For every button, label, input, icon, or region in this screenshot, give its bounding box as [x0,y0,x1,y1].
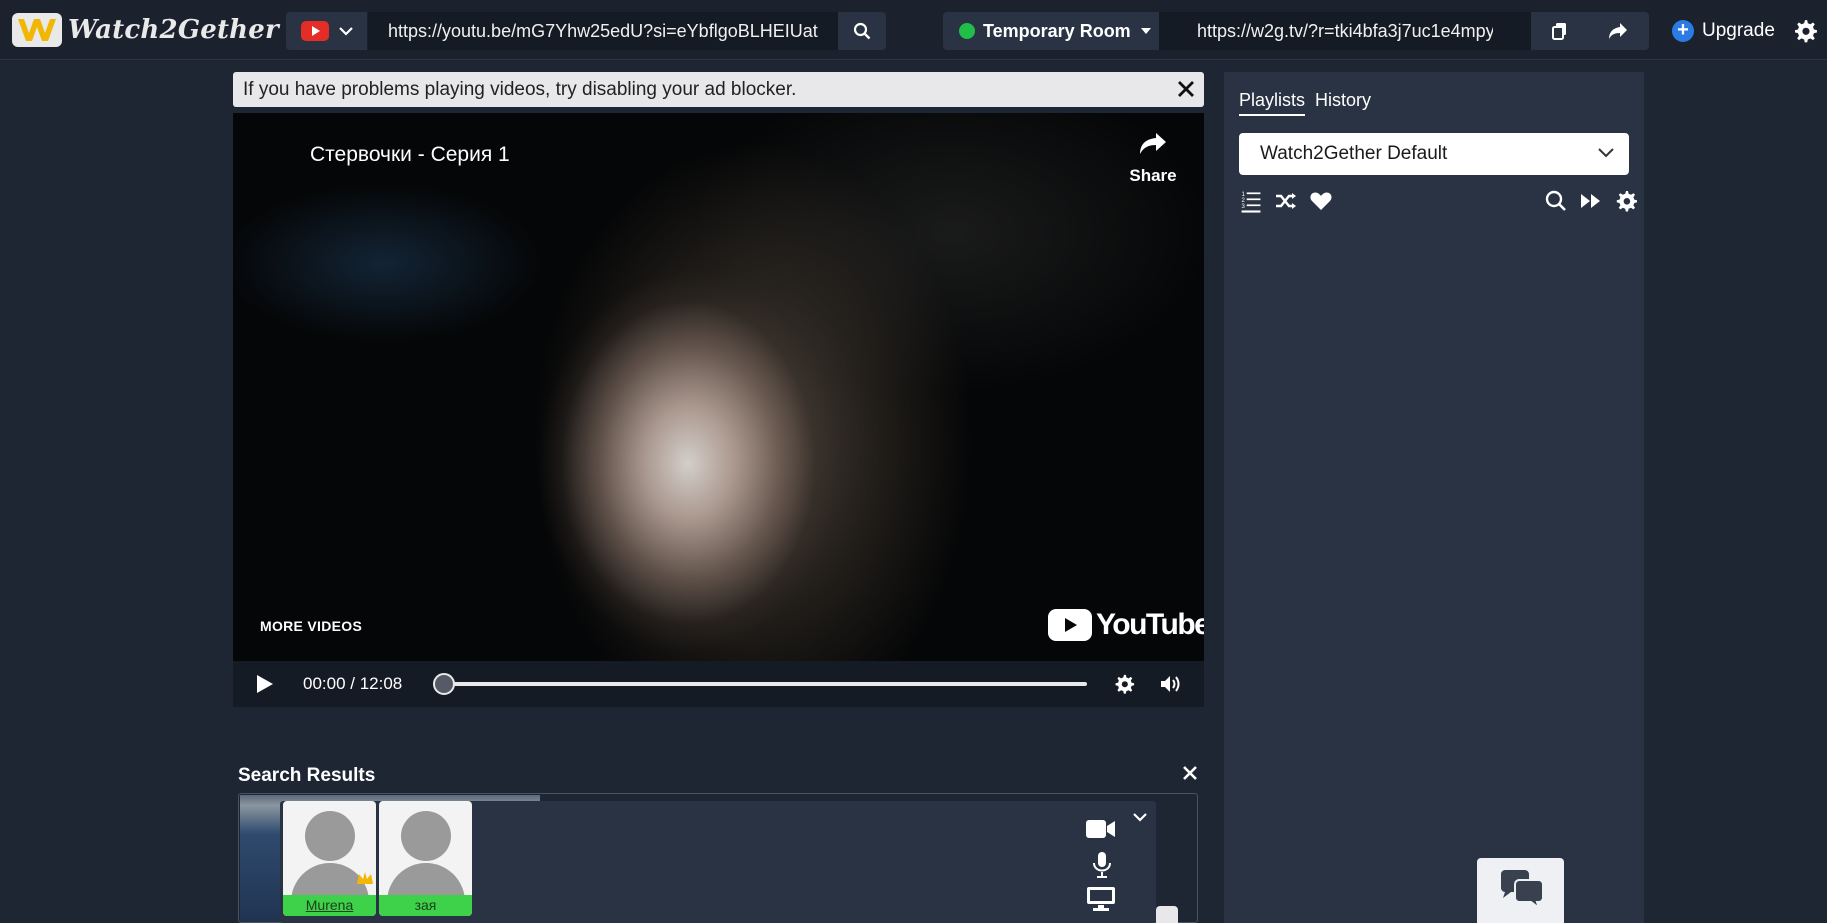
copy-link-button[interactable] [1531,12,1589,50]
close-icon[interactable] [1180,763,1200,783]
gear-icon[interactable] [1614,189,1638,213]
chevron-down-icon[interactable] [1132,811,1148,823]
avatar [401,811,451,861]
youtube-play-icon [1048,609,1092,641]
svg-text:2: 2 [1242,198,1246,204]
video-url-input[interactable] [368,12,838,50]
adblock-notice: If you have problems playing videos, try… [233,72,1204,107]
search-button[interactable] [838,12,886,50]
scroll-top-button[interactable] [1156,906,1178,923]
share-icon [1609,23,1627,39]
tab-playlists[interactable]: Playlists [1239,90,1306,116]
participant-name[interactable]: Murena [283,895,376,916]
logo-icon [12,13,62,47]
provider-dropdown[interactable] [286,12,368,50]
progress-bar[interactable] [445,682,1087,686]
plus-icon: + [1672,20,1694,42]
search-icon[interactable] [1544,189,1568,213]
copy-icon [1552,23,1566,40]
participant-tile[interactable]: Murena [283,801,376,916]
upgrade-button[interactable]: + Upgrade [1672,18,1775,44]
heart-icon[interactable] [1309,189,1333,213]
youtube-logo-text: YouTube [1096,608,1204,641]
avatar [305,811,355,861]
video-chat-panel: Murena зая [280,801,1156,923]
play-icon[interactable] [257,675,273,693]
gear-icon[interactable] [1113,673,1135,695]
chevron-down-icon [1598,148,1614,158]
playlist-toolbar: 1 2 3 [1239,189,1637,219]
svg-text:3: 3 [1242,204,1246,210]
room-name: Temporary Room [983,20,1131,41]
progress-handle[interactable] [433,673,455,695]
notice-text: If you have problems playing videos, try… [243,79,797,100]
logo[interactable]: Watch2Gether [12,12,279,48]
video-search-group [286,12,886,50]
svg-text:1: 1 [1242,192,1246,198]
shuffle-icon[interactable] [1274,189,1298,213]
share-icon [1140,133,1166,154]
youtube-logo[interactable]: YouTube [1048,608,1204,642]
camera-icon[interactable] [1086,819,1116,839]
share-room-button[interactable] [1589,12,1647,50]
video-title[interactable]: Стервочки - Серия 1 [310,143,510,167]
player-controls: 00:00 / 12:08 [233,661,1204,707]
playlist-panel: Playlists History Watch2Gether Default 1… [1224,72,1644,923]
chat-icon [1501,870,1544,910]
search-icon [853,22,871,40]
logo-text: Watch2Gether [68,15,279,45]
room-group: Temporary Room [943,12,1649,50]
participant-tile[interactable]: зая [379,801,472,916]
top-bar: Watch2Gether Temporary Room + Upgrade [0,0,1827,60]
close-icon[interactable] [1176,79,1196,99]
gear-icon[interactable] [1792,18,1818,44]
online-status-icon [959,23,975,39]
share-label: Share [1129,166,1177,185]
playlist-select[interactable]: Watch2Gether Default [1239,133,1629,175]
caret-down-icon [1140,28,1151,34]
chat-toggle-button[interactable] [1477,858,1564,923]
crown-icon [357,872,373,884]
sidebar-tabs: Playlists History [1239,90,1371,116]
more-videos-button[interactable]: MORE VIDEOS [260,618,362,634]
screen-share-icon[interactable] [1086,886,1116,912]
participant-name: зая [379,895,472,916]
room-dropdown[interactable]: Temporary Room [943,12,1159,50]
room-url-field[interactable] [1159,12,1531,50]
video-player[interactable]: Стервочки - Серия 1 Share MORE VIDEOS Yo… [233,113,1204,661]
search-results-title: Search Results [238,765,376,786]
list-icon[interactable]: 1 2 3 [1239,189,1263,213]
chevron-down-icon [338,27,353,36]
fast-forward-icon[interactable] [1579,189,1603,213]
volume-icon[interactable] [1159,673,1183,695]
tab-history[interactable]: History [1315,90,1371,116]
microphone-icon[interactable] [1092,851,1112,879]
upgrade-label: Upgrade [1702,20,1775,41]
selected-playlist: Watch2Gether Default [1260,143,1448,164]
youtube-icon [300,21,329,41]
share-button[interactable]: Share [1123,131,1183,186]
time-display: 00:00 / 12:08 [303,674,403,693]
